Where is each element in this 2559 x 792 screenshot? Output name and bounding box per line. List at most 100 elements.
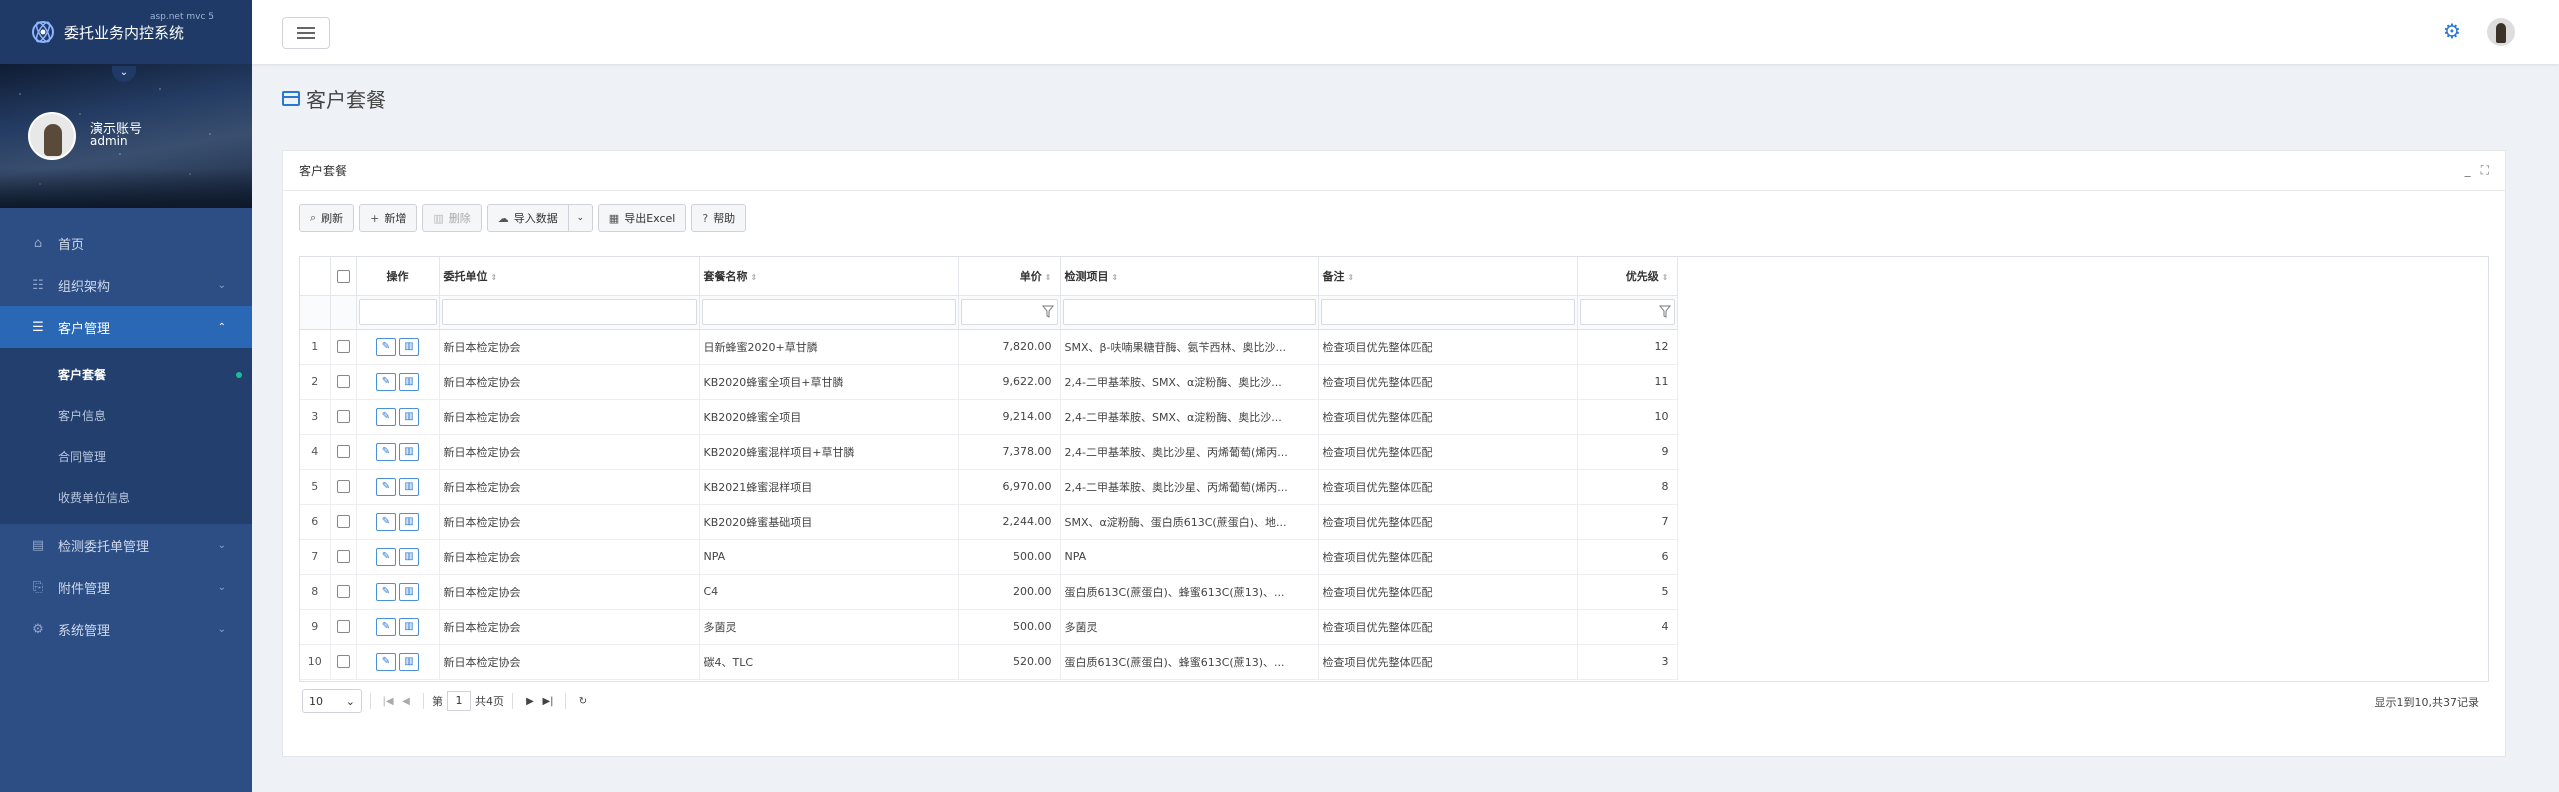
cell-name: 日新蜂蜜2020+草甘膦: [699, 329, 959, 365]
trash-icon[interactable]: ▥: [399, 512, 419, 531]
table-row[interactable]: 4 ✎ ▥ 新日本检定协会 KB2020蜂蜜混样项目+草甘膦 7,378.00 2,4-二甲…: [300, 434, 1678, 470]
trash-icon[interactable]: ▥: [399, 407, 419, 426]
trash-icon[interactable]: ▥: [399, 372, 419, 391]
reload-icon[interactable]: ↻: [574, 696, 592, 707]
chevron-down-icon: ⌄: [217, 279, 226, 291]
select-all-checkbox[interactable]: [336, 269, 350, 283]
header-items[interactable]: 检测项目 ⇕: [1060, 257, 1319, 296]
trash-icon[interactable]: ▥: [399, 582, 419, 601]
sidebar-subitem-contract[interactable]: 合同管理: [0, 436, 252, 477]
header-rownum: [300, 257, 331, 296]
export-excel-button[interactable]: ▦ 导出Excel: [597, 204, 687, 232]
sidebar-item-system[interactable]: ⚙ 系统管理 ⌄: [0, 608, 252, 650]
add-button[interactable]: + 新增: [359, 204, 418, 232]
fullscreen-icon[interactable]: ⛶: [2481, 163, 2489, 178]
import-button[interactable]: ☁ 导入数据: [486, 204, 569, 232]
trash-icon[interactable]: ▥: [399, 547, 419, 566]
next-page-button[interactable]: ▶: [521, 696, 539, 707]
minimize-icon[interactable]: _: [2465, 163, 2471, 178]
edit-icon[interactable]: ✎: [376, 407, 396, 426]
filter-funnel-icon[interactable]: [1658, 305, 1671, 319]
profile-role: admin: [90, 134, 128, 148]
table-row[interactable]: 7 ✎ ▥ 新日本检定协会 NPA 500.00 NPA 检查项目优先整体匹配 6: [300, 539, 1678, 575]
cell-items: 2,4-二甲基苯胺、SMX、α淀粉酶、奥比沙...: [1060, 399, 1319, 435]
row-checkbox[interactable]: [336, 550, 350, 564]
edit-icon[interactable]: ✎: [376, 477, 396, 496]
filter-remark-input[interactable]: [1320, 299, 1575, 325]
header-price[interactable]: 单价 ⇕: [958, 257, 1061, 296]
first-page-button[interactable]: |◀: [379, 696, 397, 707]
edit-icon[interactable]: ✎: [376, 652, 396, 671]
cell-items: 2,4-二甲基苯胺、奥比沙星、丙烯葡萄(烯丙...: [1060, 434, 1319, 470]
table-row[interactable]: 5 ✎ ▥ 新日本检定协会 KB2021蜂蜜混样项目 6,970.00 2,4-二甲基苯胺、…: [300, 469, 1678, 505]
row-checkbox[interactable]: [336, 480, 350, 494]
last-page-button[interactable]: ▶|: [539, 696, 557, 707]
settings-gear-icon[interactable]: ⚙: [2441, 20, 2463, 42]
header-remark[interactable]: 备注 ⇕: [1318, 257, 1578, 296]
table-row[interactable]: 9 ✎ ▥ 新日本检定协会 多菌灵 500.00 多菌灵 检查项目优先整体匹配 4: [300, 609, 1678, 645]
table-row[interactable]: 2 ✎ ▥ 新日本检定协会 KB2020蜂蜜全项目+草甘膦 9,622.00 2,4-二甲基…: [300, 364, 1678, 400]
table-row[interactable]: 3 ✎ ▥ 新日本检定协会 KB2020蜂蜜全项目 9,214.00 2,4-二甲基苯胺、S…: [300, 399, 1678, 435]
prev-page-button[interactable]: ◀: [397, 696, 415, 707]
cell-items: SMX、α淀粉酶、蛋白质613C(蔗蛋白)、地...: [1060, 504, 1319, 540]
edit-icon[interactable]: ✎: [376, 337, 396, 356]
edit-icon[interactable]: ✎: [376, 547, 396, 566]
edit-icon[interactable]: ✎: [376, 442, 396, 461]
table-row[interactable]: 8 ✎ ▥ 新日本检定协会 C4 200.00 蛋白质613C(蔗蛋白)、蜂蜜613C(蔗1…: [300, 574, 1678, 610]
header-name[interactable]: 套餐名称 ⇕: [699, 257, 959, 296]
table-row[interactable]: 6 ✎ ▥ 新日本检定协会 KB2020蜂蜜基础项目 2,244.00 SMX、α淀粉酶、蛋…: [300, 504, 1678, 540]
chevron-down-icon: ⌄: [217, 623, 226, 635]
sidebar-subitem-package[interactable]: 客户套餐: [0, 354, 252, 395]
window-icon: [282, 91, 300, 106]
row-checkbox[interactable]: [336, 445, 350, 459]
row-checkbox[interactable]: [336, 410, 350, 424]
cell-items: 蛋白质613C(蔗蛋白)、蜂蜜613C(蔗13)、...: [1060, 644, 1319, 680]
menu-toggle-button[interactable]: [282, 17, 330, 49]
sidebar-item-customer[interactable]: ☰ 客户管理 ⌃: [0, 306, 252, 348]
row-checkbox[interactable]: [336, 620, 350, 634]
cell-name: 多菌灵: [699, 609, 959, 645]
trash-icon[interactable]: ▥: [399, 617, 419, 636]
sidebar-subitem-customer-info[interactable]: 客户信息: [0, 395, 252, 436]
filter-funnel-icon[interactable]: [1041, 305, 1054, 319]
header-priority[interactable]: 优先级 ⇕: [1577, 257, 1678, 296]
filter-price-input[interactable]: [960, 299, 1058, 325]
table-row[interactable]: 10 ✎ ▥ 新日本检定协会 碳4、TLC 520.00 蛋白质613C(蔗蛋白)、蜂蜜61…: [300, 644, 1678, 680]
filter-unit-input[interactable]: [441, 299, 697, 325]
delete-button[interactable]: ▥ 删除: [422, 204, 482, 232]
header-unit[interactable]: 委托单位 ⇕: [439, 257, 700, 296]
trash-icon[interactable]: ▥: [399, 652, 419, 671]
row-checkbox[interactable]: [336, 340, 350, 354]
page-size-select[interactable]: 10 ⌄: [302, 689, 362, 713]
row-actions: ✎ ▥: [356, 399, 440, 435]
row-checkbox[interactable]: [336, 655, 350, 669]
row-checkbox[interactable]: [336, 375, 350, 389]
profile-avatar[interactable]: [28, 112, 76, 160]
edit-icon[interactable]: ✎: [376, 582, 396, 601]
trash-icon[interactable]: ▥: [399, 442, 419, 461]
help-button[interactable]: ? 帮助: [691, 204, 747, 232]
page-number-input[interactable]: 1: [447, 691, 471, 711]
row-checkbox[interactable]: [336, 585, 350, 599]
filter-op-input[interactable]: [358, 299, 437, 325]
table-row[interactable]: 1 ✎ ▥ 新日本检定协会 日新蜂蜜2020+草甘膦 7,820.00 SMX、β-呋喃果糖…: [300, 329, 1678, 365]
refresh-button[interactable]: ⌕ 刷新: [299, 204, 355, 232]
import-dropdown-button[interactable]: ⌄: [568, 204, 593, 232]
user-avatar[interactable]: [2487, 18, 2515, 46]
filter-name-input[interactable]: [701, 299, 956, 325]
filter-priority-input[interactable]: [1579, 299, 1675, 325]
trash-icon[interactable]: ▥: [399, 337, 419, 356]
sidebar-subitem-label: 合同管理: [58, 450, 107, 464]
sidebar-item-attachment[interactable]: ⎘ 附件管理 ⌄: [0, 566, 252, 608]
sidebar-item-inspection[interactable]: ▤ 检测委托单管理 ⌄: [0, 524, 252, 566]
filter-items-input[interactable]: [1062, 299, 1316, 325]
sidebar-subitem-billing-unit[interactable]: 收费单位信息: [0, 477, 252, 518]
cloud-upload-icon: ☁: [497, 211, 509, 225]
edit-icon[interactable]: ✎: [376, 512, 396, 531]
sidebar-item-home[interactable]: ⌂ 首页: [0, 222, 252, 264]
edit-icon[interactable]: ✎: [376, 372, 396, 391]
trash-icon[interactable]: ▥: [399, 477, 419, 496]
sidebar-item-org[interactable]: ☷ 组织架构 ⌄: [0, 264, 252, 306]
row-checkbox[interactable]: [336, 515, 350, 529]
edit-icon[interactable]: ✎: [376, 617, 396, 636]
